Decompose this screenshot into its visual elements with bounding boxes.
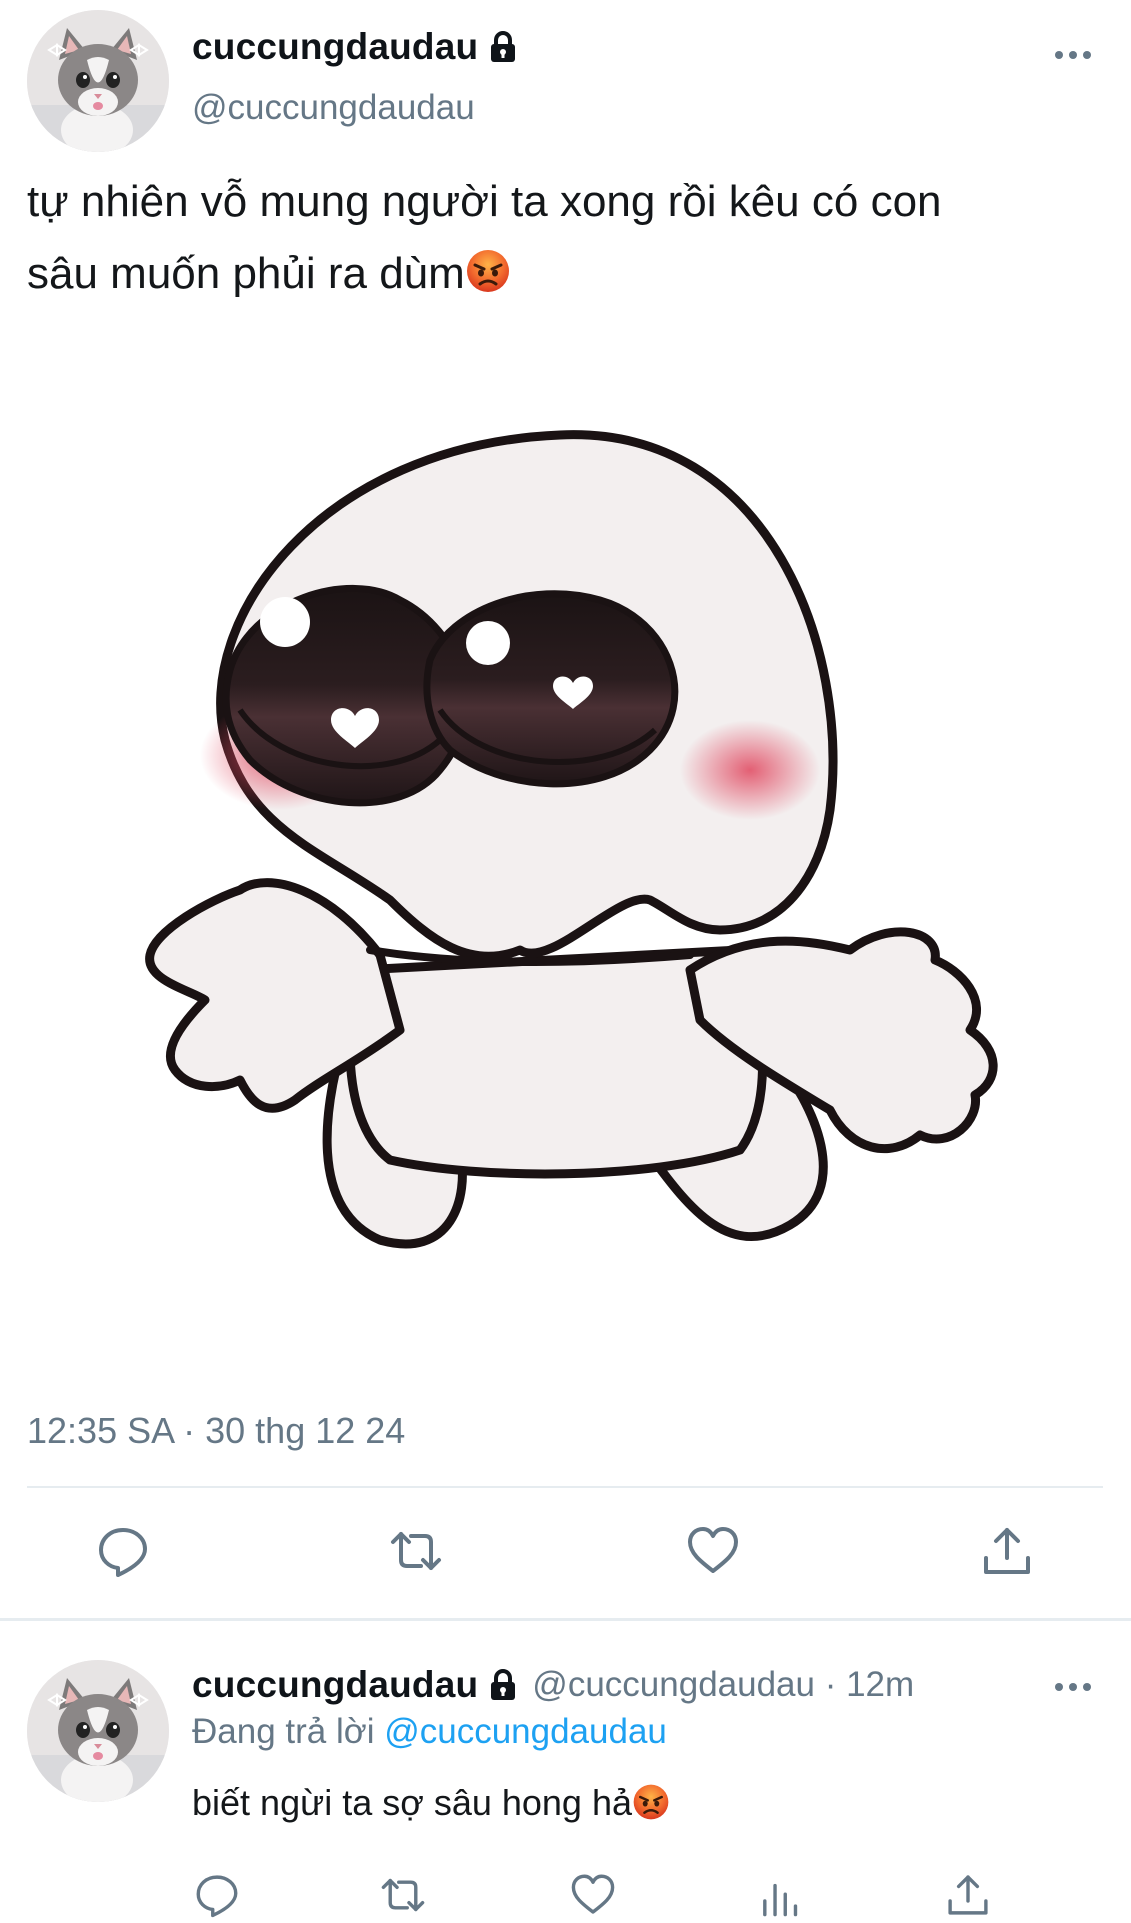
lock-icon <box>491 31 516 62</box>
share-icon <box>984 1528 1030 1574</box>
like-button[interactable] <box>686 1524 740 1583</box>
tweet-media-image[interactable] <box>130 410 1030 1290</box>
reply-share-button[interactable] <box>945 1872 991 1923</box>
reply-button[interactable] <box>96 1524 150 1583</box>
reply-reply-button[interactable] <box>194 1872 240 1923</box>
author-handle[interactable]: @cuccungdaudau <box>192 88 475 128</box>
like-icon <box>571 1874 615 1914</box>
reply-analytics-button[interactable] <box>758 1872 804 1923</box>
tweet-separator <box>0 1618 1131 1621</box>
reply-author-row: cuccungdaudau @cuccungdaudau · 12m <box>192 1664 914 1706</box>
retweet-button[interactable] <box>389 1524 443 1583</box>
reply-like-button[interactable] <box>570 1872 616 1923</box>
reply-handle-time[interactable]: @cuccungdaudau · 12m <box>532 1665 914 1705</box>
tweet-timestamp[interactable]: 12:35 SA · 30 thg 12 24 <box>27 1410 405 1452</box>
author-display-name[interactable]: cuccungdaudau <box>192 26 478 68</box>
retweet-icon <box>391 1532 441 1570</box>
replying-to-mention[interactable]: @cuccungdaudau <box>384 1712 667 1751</box>
reply-avatar[interactable] <box>27 1660 169 1802</box>
like-icon <box>688 1527 738 1573</box>
cat-avatar-image <box>27 10 169 152</box>
avatar[interactable] <box>27 10 169 152</box>
tweet-text-line-2-words: sâu muốn phủi ra dùm <box>27 249 465 298</box>
tweet-text-line-2: sâu muốn phủi ra dùm <box>27 238 1117 310</box>
cartoon-character-illustration <box>145 430 998 1249</box>
divider <box>27 1486 1103 1488</box>
share-icon <box>948 1875 988 1915</box>
reply-display-name[interactable]: cuccungdaudau <box>192 1664 478 1706</box>
tweet-text: tự nhiên vỗ mung người ta xong rồi kêu c… <box>27 166 1117 310</box>
tweet-text-line-1: tự nhiên vỗ mung người ta xong rồi kêu c… <box>27 177 942 226</box>
analytics-icon <box>763 1883 798 1917</box>
share-button[interactable] <box>980 1524 1034 1583</box>
reply-text: biết ngừi ta sợ sâu hong hả <box>192 1782 670 1824</box>
replying-to-line: Đang trả lời @cuccungdaudau <box>192 1712 667 1752</box>
more-options-icon[interactable] <box>1053 48 1093 62</box>
angry-face-emoji-icon <box>466 250 509 292</box>
lock-icon <box>491 1669 516 1700</box>
reply-text-words: biết ngừi ta sợ sâu hong hả <box>192 1782 632 1823</box>
reply-icon <box>99 1528 147 1577</box>
author-name-row: cuccungdaudau <box>192 26 518 68</box>
angry-face-emoji-icon <box>633 1784 669 1820</box>
reply-icon <box>196 1875 238 1918</box>
reply-retweet-button[interactable] <box>380 1872 426 1923</box>
retweet-icon <box>381 1878 425 1912</box>
cat-avatar-image <box>27 1660 169 1802</box>
replying-to-label: Đang trả lời <box>192 1712 375 1751</box>
more-options-icon[interactable] <box>1053 1680 1093 1694</box>
